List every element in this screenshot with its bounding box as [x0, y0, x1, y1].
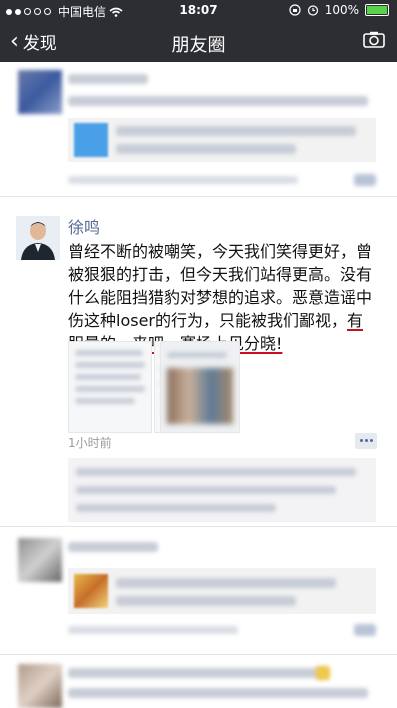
post-image[interactable] — [68, 341, 152, 433]
person-icon — [16, 216, 60, 260]
divider — [0, 196, 397, 197]
blurred-text — [75, 374, 141, 380]
blurred-text — [68, 542, 158, 552]
avatar[interactable] — [18, 538, 62, 582]
blurred-text — [116, 578, 336, 588]
author-name[interactable]: 徐鸣 — [68, 214, 100, 238]
avatar[interactable] — [18, 664, 62, 708]
feed-item-blurred-mid — [0, 530, 397, 650]
blurred-text — [75, 398, 135, 404]
blurred-text — [116, 596, 296, 606]
feed-item-blurred-bottom — [0, 658, 397, 708]
link-thumbnail — [74, 123, 108, 157]
blurred-text — [75, 350, 143, 356]
battery-icon — [365, 4, 389, 16]
likes-comments-box — [68, 458, 376, 522]
blurred-text — [76, 486, 336, 494]
post-timestamp: 1小时前 — [68, 436, 112, 450]
avatar[interactable] — [18, 70, 62, 114]
divider — [0, 654, 397, 655]
link-card[interactable] — [68, 118, 376, 162]
blurred-text — [68, 96, 368, 106]
nav-bar: ‹ 发现 朋友圈 — [0, 22, 397, 62]
comment-button[interactable] — [355, 433, 377, 449]
camera-icon[interactable] — [363, 31, 385, 48]
post-text-main: 曾经不断的被嘲笑，今天我们笑得更好，曾被狠狠的打击，但今天我们站得更高。没有什么… — [68, 242, 373, 330]
link-thumbnail — [74, 574, 108, 608]
blurred-icon — [316, 666, 330, 680]
blurred-photo-grid — [167, 368, 233, 424]
post-image[interactable] — [160, 341, 240, 433]
blurred-text — [68, 668, 328, 678]
blurred-text — [116, 144, 296, 154]
post-text: 曾经不断的被嘲笑，今天我们笑得更好，曾被狠狠的打击，但今天我们站得更高。没有什么… — [68, 240, 376, 355]
avatar[interactable] — [16, 216, 60, 260]
blurred-text — [68, 74, 148, 84]
blurred-text — [167, 352, 227, 358]
blurred-text — [75, 362, 145, 368]
status-bar: 中国电信 18:07 100% — [0, 0, 397, 22]
blurred-text — [68, 176, 298, 184]
dot-icon — [370, 439, 373, 442]
blurred-text — [76, 468, 356, 476]
blurred-text — [68, 626, 238, 634]
alarm-icon — [307, 5, 318, 16]
link-card[interactable] — [68, 568, 376, 614]
dot-icon — [360, 439, 363, 442]
dot-icon — [365, 439, 368, 442]
blurred-icon — [354, 174, 376, 186]
blurred-text — [75, 386, 145, 392]
blurred-text — [76, 504, 276, 512]
divider — [0, 526, 397, 527]
page-title: 朋友圈 — [171, 35, 226, 56]
rotation-lock-icon — [289, 4, 301, 16]
blurred-icon — [354, 624, 376, 636]
blurred-text — [116, 126, 356, 136]
blurred-text — [68, 688, 368, 698]
battery-percent: 100% — [324, 3, 359, 17]
